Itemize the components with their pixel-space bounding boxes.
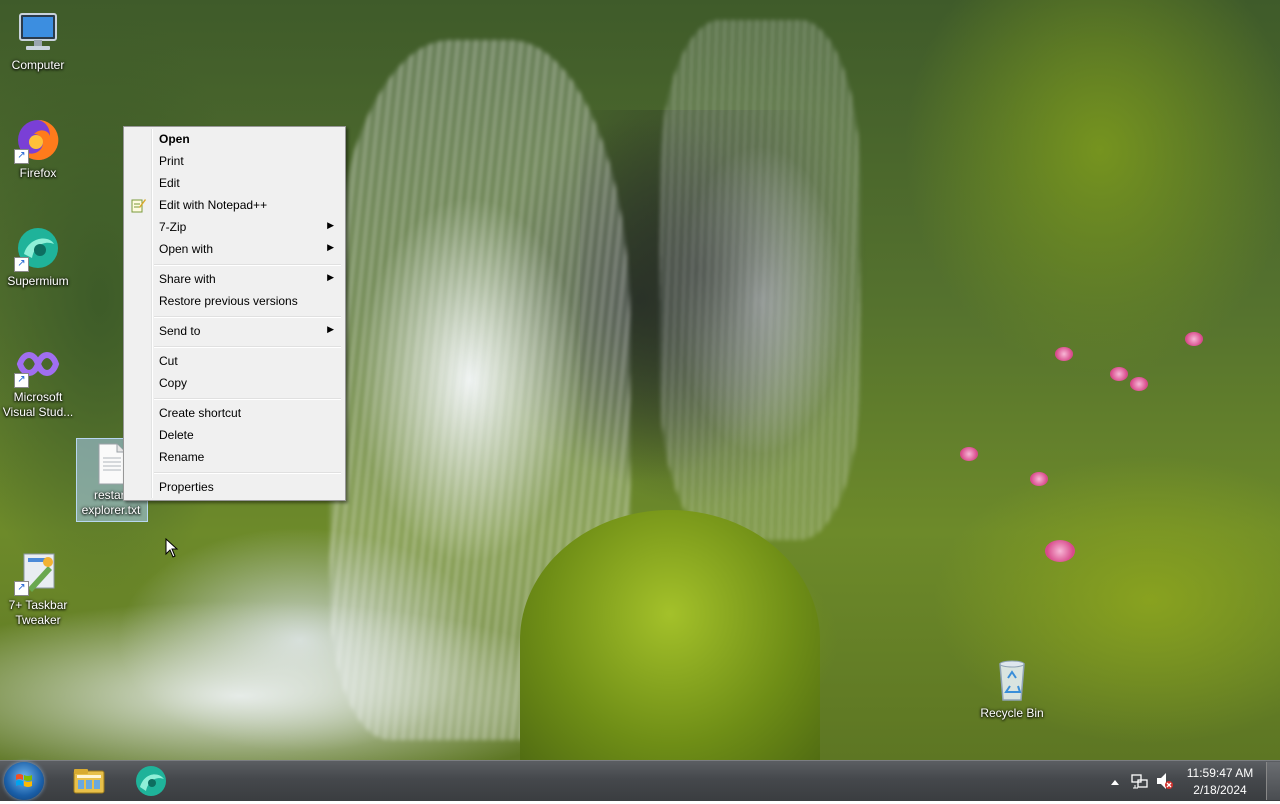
windows-logo-icon xyxy=(16,774,32,787)
menu-item-label: Share with xyxy=(159,272,216,286)
wallpaper-flower xyxy=(960,447,978,461)
taskbar-windows-explorer[interactable] xyxy=(62,763,116,799)
submenu-arrow-icon: ▶ xyxy=(327,242,334,252)
shortcut-arrow-icon: ↗ xyxy=(14,373,29,388)
menu-item-label: Delete xyxy=(159,428,194,442)
supermium-icon: ↗ xyxy=(14,224,62,272)
desktop-icon-recycle-bin[interactable]: Recycle Bin xyxy=(974,656,1050,721)
firefox-icon: ↗ xyxy=(14,116,62,164)
notepadpp-icon xyxy=(130,197,146,213)
menu-item-label: Cut xyxy=(159,354,178,368)
volume-muted-icon xyxy=(1157,773,1173,789)
desktop-icon-supermium[interactable]: ↗ Supermium xyxy=(0,224,76,289)
submenu-arrow-icon: ▶ xyxy=(327,324,334,334)
wallpaper-flower xyxy=(1110,367,1128,381)
network-tray-icon[interactable] xyxy=(1130,761,1150,801)
taskbar-supermium[interactable] xyxy=(124,763,178,799)
mouse-cursor-icon xyxy=(165,538,179,558)
menu-item-label: Rename xyxy=(159,450,205,464)
desktop-icon-visual-studio[interactable]: ↗ Microsoft Visual Stud... xyxy=(0,340,76,420)
show-desktop-button[interactable] xyxy=(1266,762,1280,800)
menu-item-copy[interactable]: Copy xyxy=(126,372,343,394)
menu-item-open[interactable]: Open xyxy=(126,128,343,150)
shortcut-arrow-icon: ↗ xyxy=(14,581,29,596)
menu-item-create-shortcut[interactable]: Create shortcut xyxy=(126,402,343,424)
menu-item-label: Send to xyxy=(159,324,201,338)
menu-item-cut[interactable]: Cut xyxy=(126,350,343,372)
wallpaper-flower xyxy=(1045,540,1075,562)
clock-date: 2/18/2024 xyxy=(1193,783,1247,797)
start-button[interactable] xyxy=(4,762,44,800)
menu-item-label: Properties xyxy=(159,480,214,494)
menu-item-edit-with-notepadpp[interactable]: Edit with Notepad++ xyxy=(126,194,343,216)
wallpaper-mist xyxy=(0,600,600,760)
menu-item-properties[interactable]: Properties xyxy=(126,476,343,498)
menu-separator xyxy=(154,316,341,318)
submenu-arrow-icon: ▶ xyxy=(327,220,334,230)
menu-item-open-with[interactable]: Open with ▶ xyxy=(126,238,343,260)
chevron-up-icon xyxy=(1111,780,1119,785)
menu-separator xyxy=(154,264,341,266)
desktop-icon-label: Microsoft Visual Stud... xyxy=(2,390,74,419)
menu-item-label: Open xyxy=(159,132,190,146)
desktop-icon-label: 7+ Taskbar Tweaker xyxy=(8,598,68,627)
desktop-icon-computer[interactable]: Computer xyxy=(0,8,76,73)
menu-item-label: Create shortcut xyxy=(159,406,242,420)
shortcut-arrow-icon: ↗ xyxy=(14,149,29,164)
volume-tray-icon[interactable] xyxy=(1155,761,1175,801)
desktop-icon-label: Recycle Bin xyxy=(980,706,1044,720)
desktop-icon-label: Computer xyxy=(11,58,65,72)
menu-item-delete[interactable]: Delete xyxy=(126,424,343,446)
menu-item-label: Edit with Notepad++ xyxy=(159,198,268,212)
menu-item-label: Edit xyxy=(159,176,180,190)
menu-separator xyxy=(154,398,341,400)
visual-studio-icon: ↗ xyxy=(14,340,62,388)
submenu-arrow-icon: ▶ xyxy=(327,272,334,282)
desktop-icon-7-taskbar-tweaker[interactable]: ↗ 7+ Taskbar Tweaker xyxy=(0,548,76,628)
menu-separator xyxy=(154,346,341,348)
menu-item-label: Open with xyxy=(159,242,214,256)
wallpaper-flower xyxy=(1030,472,1048,486)
network-icon xyxy=(1131,774,1148,789)
taskbar-tweaker-icon: ↗ xyxy=(14,548,62,596)
wallpaper-waterfall-right xyxy=(660,20,860,540)
menu-item-print[interactable]: Print xyxy=(126,150,343,172)
menu-item-share-with[interactable]: Share with ▶ xyxy=(126,268,343,290)
menu-item-send-to[interactable]: Send to ▶ xyxy=(126,320,343,342)
computer-icon xyxy=(14,8,62,56)
windows-explorer-icon xyxy=(73,769,105,794)
menu-item-label: Restore previous versions xyxy=(159,294,298,308)
desktop-icon-firefox[interactable]: ↗ Firefox xyxy=(0,116,76,181)
menu-item-label: Print xyxy=(159,154,184,168)
recycle-bin-icon xyxy=(988,656,1036,704)
supermium-icon xyxy=(136,766,166,796)
menu-item-label: Copy xyxy=(159,376,188,390)
desktop-icon-label: Supermium xyxy=(7,274,69,288)
wallpaper-flower xyxy=(1185,332,1203,346)
wallpaper-moss xyxy=(520,510,820,760)
taskbar: 11:59:47 AM 2/18/2024 xyxy=(0,760,1280,801)
show-hidden-icons-button[interactable] xyxy=(1108,761,1122,801)
context-menu: Open Print Edit Edit with Notepad++ 7-Zi… xyxy=(123,126,346,501)
system-clock[interactable]: 11:59:47 AM 2/18/2024 xyxy=(1180,765,1260,799)
menu-item-7zip[interactable]: 7-Zip ▶ xyxy=(126,216,343,238)
wallpaper-flower xyxy=(1130,377,1148,391)
shortcut-arrow-icon: ↗ xyxy=(14,257,29,272)
desktop-icon-label: Firefox xyxy=(19,166,57,180)
menu-item-label: 7-Zip xyxy=(159,220,187,234)
menu-separator xyxy=(154,472,341,474)
menu-item-edit[interactable]: Edit xyxy=(126,172,343,194)
menu-item-rename[interactable]: Rename xyxy=(126,446,343,468)
wallpaper-flower xyxy=(1055,347,1073,361)
menu-item-restore-previous-versions[interactable]: Restore previous versions xyxy=(126,290,343,312)
clock-time: 11:59:47 AM xyxy=(1186,766,1254,780)
